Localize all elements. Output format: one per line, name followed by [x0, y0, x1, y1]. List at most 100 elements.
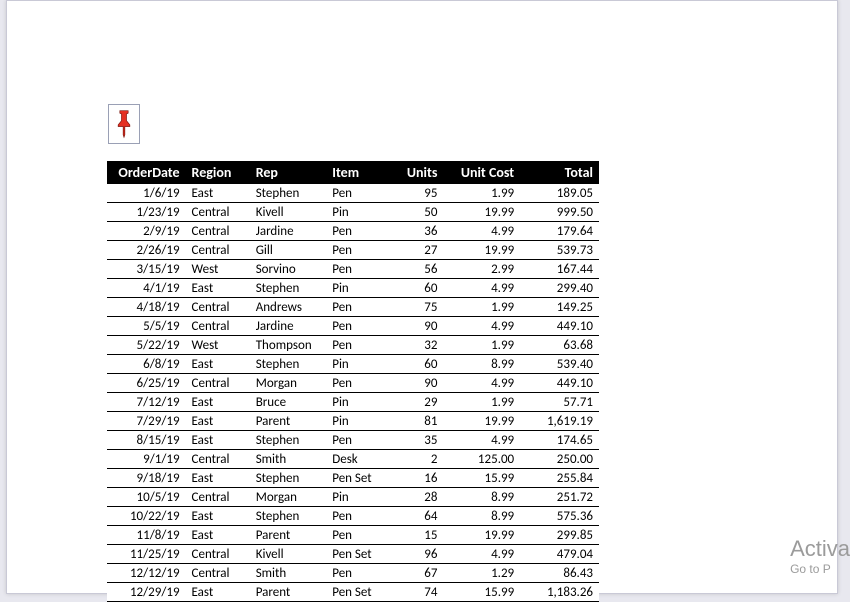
cell-total: 479.04	[520, 545, 599, 564]
cell-total: 63.68	[520, 336, 599, 355]
cell-units: 27	[389, 241, 443, 260]
table-row: 6/25/19CentralMorganPen904.99449.10	[107, 374, 599, 393]
cell-total: 449.10	[520, 374, 599, 393]
cell-total: 189.05	[520, 184, 599, 203]
cell-region: Central	[186, 298, 250, 317]
col-units: Units	[389, 161, 443, 184]
cell-unitcost: 4.99	[443, 222, 520, 241]
table-row: 5/22/19WestThompsonPen321.9963.68	[107, 336, 599, 355]
cell-orderdate: 1/6/19	[107, 184, 186, 203]
cell-region: East	[186, 469, 250, 488]
cell-total: 167.44	[520, 260, 599, 279]
cell-total: 299.40	[520, 279, 599, 298]
table-row: 9/18/19EastStephenPen Set1615.99255.84	[107, 469, 599, 488]
table-header: OrderDate Region Rep Item Units Unit Cos…	[107, 161, 599, 184]
cell-item: Pin	[326, 393, 389, 412]
cell-units: 32	[389, 336, 443, 355]
cell-region: East	[186, 431, 250, 450]
cell-rep: Stephen	[250, 431, 327, 450]
cell-orderdate: 4/1/19	[107, 279, 186, 298]
cell-unitcost: 8.99	[443, 507, 520, 526]
cell-total: 299.85	[520, 526, 599, 545]
cell-rep: Kivell	[250, 545, 327, 564]
cell-region: Central	[186, 241, 250, 260]
cell-region: East	[186, 526, 250, 545]
cell-region: Central	[186, 488, 250, 507]
cell-total: 149.25	[520, 298, 599, 317]
cell-rep: Parent	[250, 526, 327, 545]
cell-rep: Stephen	[250, 279, 327, 298]
cell-orderdate: 9/1/19	[107, 450, 186, 469]
cell-orderdate: 7/29/19	[107, 412, 186, 431]
table-row: 1/23/19CentralKivellPin5019.99999.50	[107, 203, 599, 222]
cell-item: Pen	[326, 431, 389, 450]
cell-rep: Sorvino	[250, 260, 327, 279]
cell-unitcost: 4.99	[443, 545, 520, 564]
cell-region: Central	[186, 203, 250, 222]
cell-units: 64	[389, 507, 443, 526]
cell-item: Pen Set	[326, 469, 389, 488]
cell-orderdate: 7/12/19	[107, 393, 186, 412]
cell-orderdate: 9/18/19	[107, 469, 186, 488]
cell-unitcost: 1.99	[443, 184, 520, 203]
cell-item: Pin	[326, 279, 389, 298]
cell-item: Pen	[326, 336, 389, 355]
cell-units: 60	[389, 355, 443, 374]
cell-orderdate: 4/18/19	[107, 298, 186, 317]
cell-item: Pin	[326, 203, 389, 222]
cell-units: 96	[389, 545, 443, 564]
cell-total: 250.00	[520, 450, 599, 469]
cell-rep: Gill	[250, 241, 327, 260]
cell-orderdate: 1/23/19	[107, 203, 186, 222]
cell-units: 16	[389, 469, 443, 488]
table-row: 9/1/19CentralSmithDesk2125.00250.00	[107, 450, 599, 469]
cell-item: Pen	[326, 374, 389, 393]
cell-total: 539.40	[520, 355, 599, 374]
orders-table: OrderDate Region Rep Item Units Unit Cos…	[107, 161, 599, 602]
cell-orderdate: 6/8/19	[107, 355, 186, 374]
cell-units: 50	[389, 203, 443, 222]
cell-region: Central	[186, 545, 250, 564]
table-row: 4/1/19EastStephenPin604.99299.40	[107, 279, 599, 298]
cell-units: 15	[389, 526, 443, 545]
cell-rep: Andrews	[250, 298, 327, 317]
document-page: OrderDate Region Rep Item Units Unit Cos…	[6, 0, 838, 594]
cell-unitcost: 1.29	[443, 564, 520, 583]
pushpin-icon	[108, 104, 140, 144]
cell-item: Desk	[326, 450, 389, 469]
cell-rep: Thompson	[250, 336, 327, 355]
cell-item: Pen	[326, 564, 389, 583]
table-row: 10/22/19EastStephenPen648.99575.36	[107, 507, 599, 526]
cell-units: 60	[389, 279, 443, 298]
cell-units: 75	[389, 298, 443, 317]
cell-unitcost: 8.99	[443, 488, 520, 507]
cell-units: 95	[389, 184, 443, 203]
cell-unitcost: 15.99	[443, 469, 520, 488]
cell-unitcost: 19.99	[443, 203, 520, 222]
cell-item: Pen	[326, 507, 389, 526]
table-row: 2/9/19CentralJardinePen364.99179.64	[107, 222, 599, 241]
col-rep: Rep	[250, 161, 327, 184]
cell-total: 575.36	[520, 507, 599, 526]
cell-rep: Parent	[250, 412, 327, 431]
cell-item: Pen Set	[326, 545, 389, 564]
cell-unitcost: 4.99	[443, 431, 520, 450]
cell-item: Pen	[326, 526, 389, 545]
table-row: 11/8/19EastParentPen1519.99299.85	[107, 526, 599, 545]
cell-region: East	[186, 279, 250, 298]
cell-item: Pen	[326, 222, 389, 241]
cell-orderdate: 5/5/19	[107, 317, 186, 336]
cell-units: 74	[389, 583, 443, 602]
cell-rep: Parent	[250, 583, 327, 602]
cell-total: 449.10	[520, 317, 599, 336]
table-row: 2/26/19CentralGillPen2719.99539.73	[107, 241, 599, 260]
cell-unitcost: 19.99	[443, 526, 520, 545]
cell-rep: Morgan	[250, 374, 327, 393]
cell-region: East	[186, 583, 250, 602]
cell-unitcost: 1.99	[443, 298, 520, 317]
cell-rep: Stephen	[250, 184, 327, 203]
cell-orderdate: 12/29/19	[107, 583, 186, 602]
cell-item: Pen	[326, 317, 389, 336]
cell-orderdate: 12/12/19	[107, 564, 186, 583]
cell-units: 29	[389, 393, 443, 412]
